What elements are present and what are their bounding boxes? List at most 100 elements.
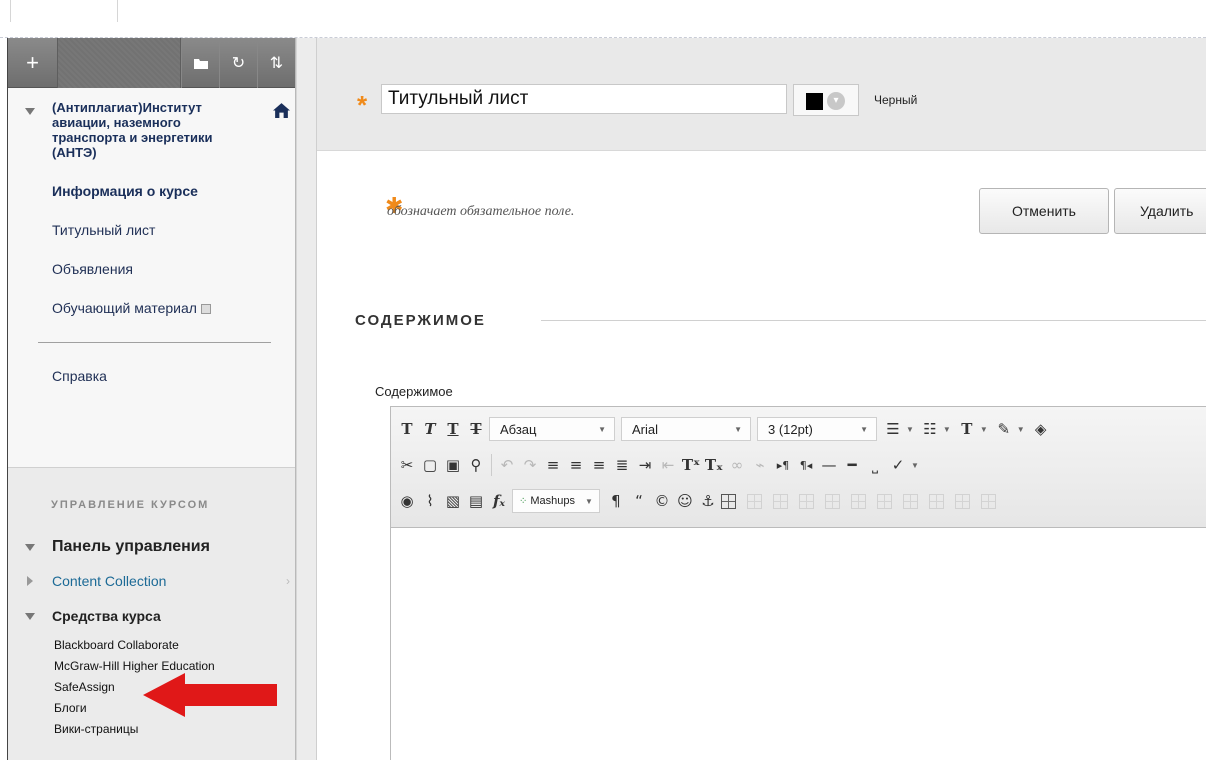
tool-link-wikis[interactable]: Вики-страницы [8,719,295,740]
horizontal-line-icon[interactable]: ━ [842,453,862,477]
content-collection-link[interactable]: Content Collection › [8,564,295,598]
sidebar-item-title-page[interactable]: Титульный лист [8,211,295,250]
collapse-triangle-icon[interactable] [25,613,35,620]
caret-down-icon[interactable]: ▼ [911,461,919,470]
sidebar-item-learning-material[interactable]: Обучающий материал [8,289,295,328]
table-extra-icon[interactable] [980,493,996,509]
table-props-icon[interactable] [746,493,762,509]
top-strip [0,0,1206,38]
copyright-icon[interactable]: © [652,489,672,513]
subscript-icon[interactable]: Tₓ [704,453,724,477]
image-icon[interactable]: ▧ [443,489,463,513]
rich-text-editor: T T T T Абзац ▼ Arial ▼ 3 (12pt) ▼ ☰ ▼ ☷ ▼ T ▼… [390,406,1206,760]
color-name-label: Черный [874,93,918,107]
delete-button[interactable]: Удалить [1114,188,1206,234]
delete-column-icon[interactable] [902,493,918,509]
course-title[interactable]: (Антиплагиат)Институт авиации, наземного… [52,98,242,160]
align-right-icon[interactable]: ≡ [589,453,609,477]
caret-down-icon[interactable]: ▼ [943,425,951,434]
strikethrough-icon[interactable]: T [466,417,486,441]
required-field-note: обозначает обязательное поле. [387,204,575,219]
font-size-value: 3 (12pt) [768,421,813,437]
expand-triangle-icon[interactable] [27,576,33,586]
font-size-select[interactable]: 3 (12pt) ▼ [757,417,877,441]
numbered-list-icon[interactable]: ☷ [920,417,940,441]
sidebar-item-course-info[interactable]: Информация о курсе [8,172,295,211]
nonbreaking-space-icon[interactable]: ⎵ [865,453,885,477]
rtl-icon[interactable]: ¶◂ [796,453,816,477]
formula-icon[interactable]: fₓ [489,489,509,513]
unlink-icon[interactable]: ⌁ [750,453,770,477]
merge-cells-icon[interactable] [928,493,944,509]
course-header[interactable]: (Антиплагиат)Институт авиации, наземного… [8,88,295,160]
refresh-button[interactable]: ↻ [219,38,257,88]
insert-row-icon[interactable] [824,493,840,509]
editor-text-area[interactable] [391,528,1206,760]
caret-down-icon: ▼ [734,424,742,434]
record-icon[interactable]: ◉ [397,489,417,513]
copy-icon[interactable]: ▢ [420,453,440,477]
superscript-icon[interactable]: Tˣ [681,453,701,477]
cut-icon[interactable]: ✂ [397,453,417,477]
spellcheck-icon[interactable]: ✓ [888,453,908,477]
find-icon[interactable]: ⚲ [466,453,486,477]
paragraph-mark-icon[interactable]: ¶ [606,489,626,513]
indent-icon[interactable]: ⇥ [635,453,655,477]
ltr-icon[interactable]: ▸¶ [773,453,793,477]
sidebar-toolbar: + ↻ ⇅ [8,38,295,88]
highlight-icon[interactable]: ✎ [994,417,1014,441]
attachment-icon[interactable]: ⌇ [420,489,440,513]
panel-resize-gutter[interactable] [296,38,316,760]
eraser-icon[interactable]: ◈ [1031,417,1051,441]
paste-icon[interactable]: ▣ [443,453,463,477]
collapse-triangle-icon[interactable] [25,108,35,115]
blockquote-icon[interactable]: “ [629,489,649,513]
course-tools-header[interactable]: Средства курса [8,598,295,634]
cancel-button[interactable]: Отменить [979,188,1109,234]
sidebar-item-help[interactable]: Справка [8,357,295,396]
cell-props-icon[interactable] [798,493,814,509]
align-left-icon[interactable]: ≡ [543,453,563,477]
bold-icon[interactable]: T [397,417,417,441]
sidebar-divider [38,342,271,343]
required-star-icon: * [357,90,368,120]
hidden-content-icon [200,304,211,315]
underline-icon[interactable]: T [443,417,463,441]
caret-down-icon[interactable]: ▼ [980,425,988,434]
italic-icon[interactable]: T [420,417,440,441]
text-color-icon[interactable]: T [957,417,977,441]
sort-icon: ⇅ [269,54,284,72]
redo-icon[interactable]: ↷ [520,453,540,477]
title-color-picker[interactable]: ▾ [793,84,859,116]
horizontal-rule-icon[interactable]: — [819,453,839,477]
align-center-icon[interactable]: ≡ [566,453,586,477]
font-family-select[interactable]: Arial ▼ [621,417,751,441]
control-panel-header[interactable]: Панель управления [8,530,295,564]
link-icon[interactable]: ∞ [727,453,747,477]
outdent-icon[interactable]: ⇤ [658,453,678,477]
anchor-icon[interactable]: ⚓ [698,489,718,513]
delete-row-icon[interactable] [850,493,866,509]
mashups-select[interactable]: ⁘ Mashups ▼ [512,489,600,513]
row-props-icon[interactable] [772,493,788,509]
bullet-list-icon[interactable]: ☰ [883,417,903,441]
media-icon[interactable]: ▤ [466,489,486,513]
caret-down-icon[interactable]: ▼ [1017,425,1025,434]
undo-icon[interactable]: ↶ [497,453,517,477]
page-title-input[interactable] [381,84,787,114]
emoticon-icon[interactable]: ☺ [675,489,695,513]
paragraph-format-select[interactable]: Абзац ▼ [489,417,615,441]
folder-view-button[interactable] [181,38,219,88]
reorder-button[interactable]: ⇅ [257,38,295,88]
justify-icon[interactable]: ≣ [612,453,632,477]
sidebar-item-announcements[interactable]: Объявления [8,250,295,289]
caret-down-icon[interactable]: ▼ [906,425,914,434]
tool-link-collaborate[interactable]: Blackboard Collaborate [8,635,295,656]
collapse-triangle-icon[interactable] [25,544,35,551]
color-swatch [806,93,823,110]
split-cells-icon[interactable] [954,493,970,509]
add-menu-item-button[interactable]: + [8,38,58,88]
insert-column-icon[interactable] [876,493,892,509]
insert-table-icon[interactable] [720,493,736,509]
home-icon[interactable] [273,102,290,119]
